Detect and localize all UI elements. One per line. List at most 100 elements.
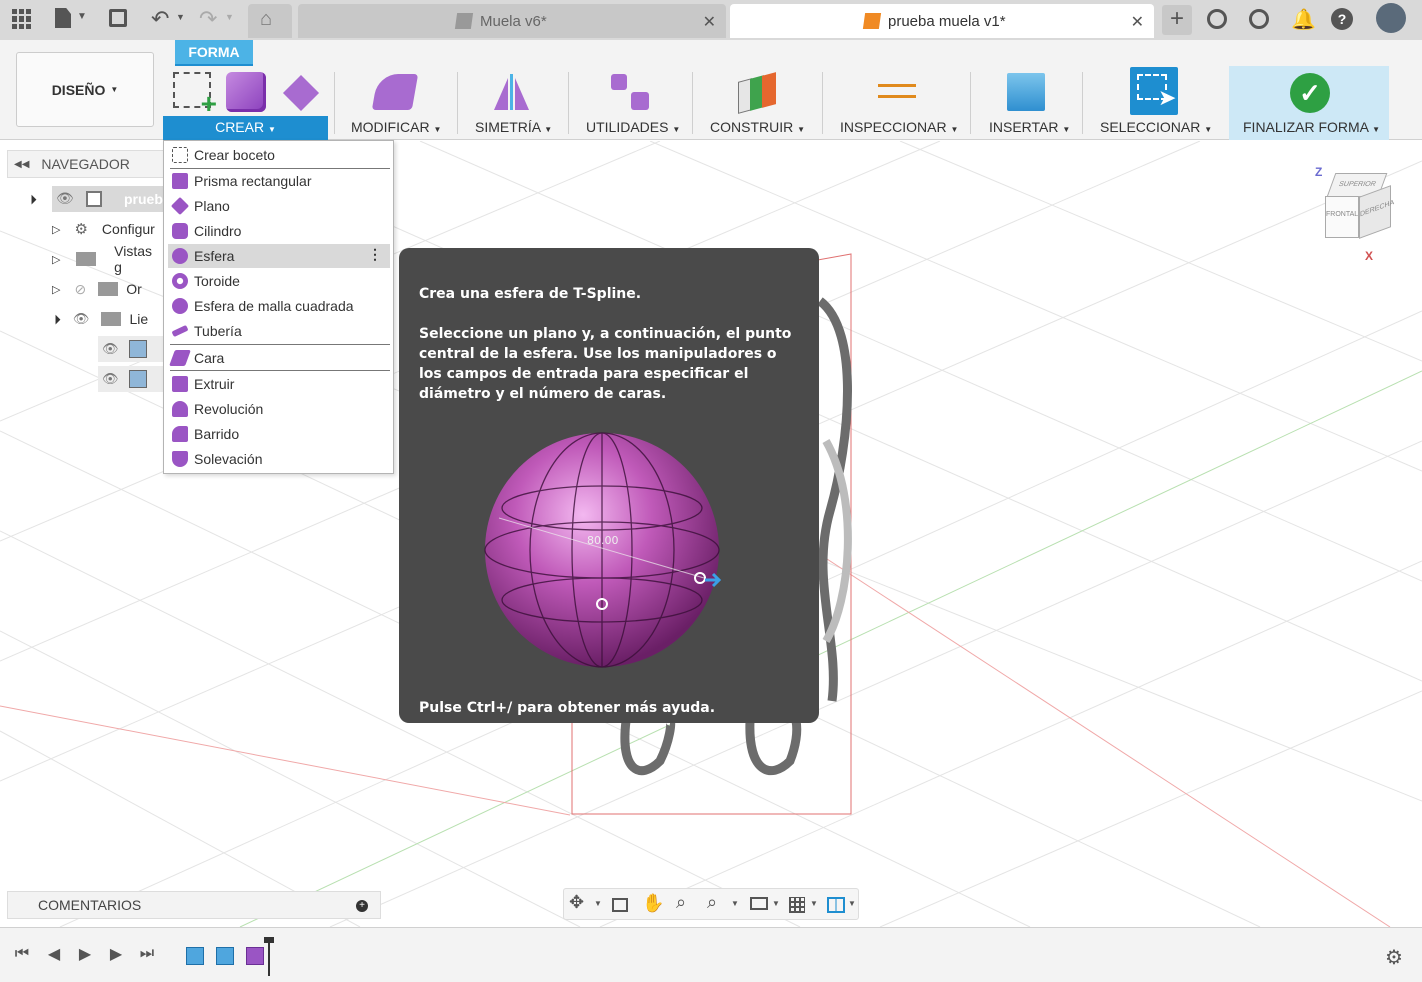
menu-item-plane[interactable]: Plano xyxy=(168,194,390,218)
tree-root[interactable]: ◢ 👁 prueb xyxy=(25,186,163,212)
navigator-header[interactable]: ◀◀ NAVEGADOR xyxy=(7,150,167,178)
measure-icon[interactable] xyxy=(878,84,916,98)
help-icon[interactable]: ? xyxy=(1331,8,1353,30)
menu-item-box[interactable]: Prisma rectangular xyxy=(168,169,390,193)
tree-item-views[interactable]: ▷ Vistas g xyxy=(52,243,163,275)
visibility-icon[interactable]: 👁 xyxy=(102,371,119,387)
visibility-icon[interactable]: 👁 xyxy=(56,190,74,207)
menu-item-quadball[interactable]: Esfera de malla cuadrada xyxy=(168,294,390,318)
modify-icon[interactable] xyxy=(371,74,419,110)
tree-item-canvas-2[interactable]: 👁 xyxy=(98,366,163,392)
select-icon[interactable]: ➤ xyxy=(1130,67,1178,115)
tab-prueba-muela[interactable]: prueba muela v1* ✕ xyxy=(730,4,1154,38)
cube-front-face[interactable]: FRONTAL xyxy=(1325,196,1359,238)
insert-image-icon[interactable] xyxy=(1007,73,1045,111)
close-icon[interactable]: ✕ xyxy=(703,12,716,32)
close-icon[interactable]: ✕ xyxy=(1131,12,1144,32)
zoom-dropdown-icon[interactable]: ▼ xyxy=(731,899,739,908)
plane-icon[interactable] xyxy=(282,74,320,112)
redo-dropdown-icon[interactable]: ▼ xyxy=(225,12,234,22)
add-comment-icon[interactable]: + xyxy=(356,900,368,912)
timeline-marker-handle[interactable] xyxy=(264,937,274,943)
step-back-icon[interactable]: ◀ xyxy=(44,944,64,964)
hidden-visibility-icon[interactable]: ⊘ xyxy=(74,281,86,298)
orbit-dropdown-icon[interactable]: ▼ xyxy=(594,899,602,908)
create-sketch-icon[interactable]: + xyxy=(173,72,217,118)
expand-icon[interactable]: ▷ xyxy=(52,253,60,266)
insert-group[interactable]: INSERTAR ▼ xyxy=(989,119,1070,135)
timeline-feature-canvas-2[interactable] xyxy=(216,947,234,965)
menu-item-revolve[interactable]: Revolución xyxy=(168,397,390,421)
menu-item-pipe[interactable]: Tubería xyxy=(168,319,390,343)
collapse-icon[interactable]: ◀◀ xyxy=(14,159,29,170)
pan-icon[interactable]: ✋ xyxy=(642,893,664,914)
redo-icon[interactable]: ↷ xyxy=(199,6,217,32)
tab-muela-v6[interactable]: Muela v6* ✕ xyxy=(298,4,726,38)
utilities-group[interactable]: UTILIDADES ▼ xyxy=(586,119,680,135)
symmetry-group[interactable]: SIMETRÍA ▼ xyxy=(475,119,552,135)
orbit-icon[interactable]: ✥ xyxy=(569,892,584,913)
play-icon[interactable]: ▶ xyxy=(75,944,95,964)
timeline-feature-form[interactable] xyxy=(246,947,264,965)
expand-icon[interactable]: ◢ xyxy=(25,193,38,206)
expand-icon[interactable]: ▷ xyxy=(52,283,60,296)
zoom-icon[interactable]: ⌕ xyxy=(676,892,686,913)
tree-item-settings[interactable]: ▷ ⚙ Configur xyxy=(52,216,163,242)
look-at-icon[interactable] xyxy=(612,898,628,912)
viewports-icon[interactable] xyxy=(827,897,845,913)
timeline-marker[interactable] xyxy=(268,940,270,976)
expand-icon[interactable]: ▷ xyxy=(52,223,60,236)
menu-item-sweep[interactable]: Barrido xyxy=(168,422,390,446)
file-icon[interactable] xyxy=(55,8,71,28)
grid-settings-icon[interactable] xyxy=(789,897,805,913)
save-icon[interactable] xyxy=(109,9,127,27)
visibility-icon[interactable]: 👁 xyxy=(102,341,119,357)
box-icon[interactable] xyxy=(226,72,266,112)
job-status-icon[interactable] xyxy=(1249,9,1269,29)
expand-icon[interactable]: ◢ xyxy=(49,313,62,326)
menu-item-extrude[interactable]: Extruir xyxy=(168,372,390,396)
extensions-icon[interactable] xyxy=(1207,9,1227,29)
tab-forma[interactable]: FORMA xyxy=(175,40,253,64)
viewports-dropdown-icon[interactable]: ▼ xyxy=(848,899,856,908)
go-to-end-icon[interactable]: ⏭ xyxy=(137,944,157,964)
step-forward-icon[interactable]: ▶ xyxy=(106,944,126,964)
undo-icon[interactable]: ↶ xyxy=(151,6,169,32)
display-dropdown-icon[interactable]: ▼ xyxy=(772,899,780,908)
timeline-feature-canvas-1[interactable] xyxy=(186,947,204,965)
tree-item-canvases[interactable]: ◢ 👁 Lie xyxy=(49,306,163,332)
construct-group[interactable]: CONSTRUIR ▼ xyxy=(710,119,805,135)
undo-dropdown-icon[interactable]: ▼ xyxy=(176,12,185,22)
create-group[interactable]: CREAR ▼ xyxy=(163,116,328,140)
notifications-icon[interactable]: 🔔 xyxy=(1291,7,1316,32)
menu-item-torus[interactable]: Toroide xyxy=(168,269,390,293)
select-group[interactable]: SELECCIONAR ▼ xyxy=(1100,119,1212,135)
home-tab[interactable]: ⌂ xyxy=(248,4,292,38)
file-dropdown-icon[interactable]: ▼ xyxy=(77,11,87,22)
modify-group[interactable]: MODIFICAR ▼ xyxy=(351,119,441,135)
new-tab-button[interactable]: + xyxy=(1162,5,1192,35)
menu-item-loft[interactable]: Solevación xyxy=(168,447,390,471)
more-options-icon[interactable]: ⋮ xyxy=(368,246,382,263)
timeline-settings-gear-icon[interactable]: ⚙ xyxy=(1385,945,1403,970)
go-to-start-icon[interactable]: ⏮ xyxy=(12,944,32,964)
construct-icon[interactable] xyxy=(738,72,778,114)
inspect-group[interactable]: INSPECCIONAR ▼ xyxy=(840,119,958,135)
utilities-icon[interactable] xyxy=(611,74,651,110)
display-settings-icon[interactable] xyxy=(750,897,768,910)
zoom-window-icon[interactable]: ⌕ xyxy=(707,892,717,913)
view-cube[interactable]: Z SUPERIOR FRONTAL DERECHA X xyxy=(1315,163,1405,263)
comments-panel[interactable]: COMENTARIOS + xyxy=(7,891,381,919)
avatar[interactable] xyxy=(1376,3,1406,33)
menu-item-face[interactable]: Cara xyxy=(168,346,390,370)
apps-grid-icon[interactable] xyxy=(12,9,32,29)
menu-item-sphere[interactable]: Esfera ⋮ xyxy=(168,244,390,268)
menu-item-cylinder[interactable]: Cilindro xyxy=(168,219,390,243)
grid-dropdown-icon[interactable]: ▼ xyxy=(810,899,818,908)
tree-item-origin[interactable]: ▷ ⊘ Or xyxy=(52,276,163,302)
visibility-icon[interactable]: 👁 xyxy=(73,311,90,327)
workspace-switcher[interactable]: DISEÑO ▼ xyxy=(16,52,154,127)
tree-item-canvas-1[interactable]: 👁 xyxy=(98,336,163,362)
menu-item-create-sketch[interactable]: Crear boceto xyxy=(168,143,390,167)
symmetry-icon[interactable] xyxy=(494,74,530,110)
